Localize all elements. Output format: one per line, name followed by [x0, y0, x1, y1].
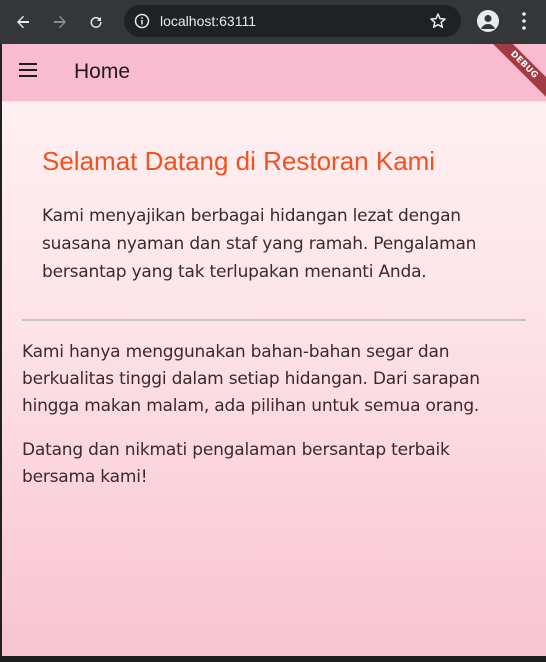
profile-avatar[interactable]	[477, 10, 499, 32]
divider	[22, 319, 526, 321]
app-bar: Home DEBUG	[2, 44, 546, 104]
back-button[interactable]	[9, 8, 37, 36]
paragraph-ingredients: Kami hanya menggunakan bahan-bahan segar…	[22, 342, 480, 416]
url-text[interactable]: localhost:63111	[160, 13, 256, 29]
os-taskbar-edge	[0, 656, 546, 662]
person-icon	[481, 15, 495, 29]
address-bar[interactable]: localhost:63111	[124, 5, 461, 37]
app-viewport: Home DEBUG Selamat Datang di Restoran Ka…	[2, 44, 546, 662]
forward-button[interactable]	[46, 8, 74, 36]
page-title: Home	[74, 60, 131, 83]
site-info-icon[interactable]	[134, 13, 150, 29]
menu-icon[interactable]	[19, 63, 39, 81]
paragraph-invite: Datang dan nikmati pengalaman bersantap …	[22, 440, 450, 487]
bookmark-star-icon[interactable]	[429, 12, 447, 30]
browser-toolbar: localhost:63111	[0, 0, 546, 44]
arrow-right-icon	[54, 15, 66, 29]
reload-button[interactable]	[82, 8, 110, 36]
intro-text: Kami menyajikan berbagai hidangan lezat …	[42, 206, 477, 282]
welcome-heading: Selamat Datang di Restoran Kami	[42, 146, 436, 176]
more-vert-icon	[522, 12, 526, 30]
reload-icon	[90, 16, 102, 28]
browser-menu-button[interactable]	[514, 10, 534, 37]
arrow-left-icon	[17, 15, 29, 29]
debug-banner: DEBUG	[485, 44, 546, 104]
